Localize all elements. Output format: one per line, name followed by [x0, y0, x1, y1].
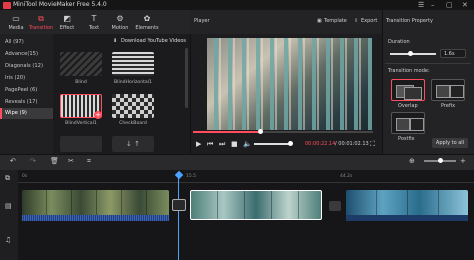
add-transition-icon[interactable]: +: [94, 111, 102, 119]
app-title: MiniTool MovieMaker Free 5.4.0: [13, 1, 107, 8]
duration-value[interactable]: 1.6s: [440, 49, 466, 58]
category-wipe[interactable]: Wipe (9): [0, 108, 53, 119]
divider: [385, 63, 471, 64]
playback-progress-fill: [193, 131, 260, 133]
crop-icon[interactable]: ⌗: [87, 157, 91, 166]
mode-postfix-label: Postfix: [398, 136, 415, 142]
export-icon: ⇪: [354, 18, 359, 24]
category-diagonals[interactable]: Diagonals (12): [0, 61, 53, 72]
zoom-in-icon[interactable]: +: [460, 157, 466, 165]
mode-prefix-button[interactable]: [431, 79, 465, 101]
transition-label: CheckBoard: [119, 121, 147, 126]
transition-thumb[interactable]: [60, 136, 102, 152]
property-title: Transition Property: [386, 18, 433, 24]
stop-icon[interactable]: ■: [231, 140, 238, 148]
transition-mode-label: Transition mode:: [388, 68, 430, 74]
video-clip-selected[interactable]: [190, 190, 322, 220]
mode-postfix-button[interactable]: [391, 112, 425, 134]
download-icon: ⬇: [113, 38, 118, 44]
ruler-label: 0s: [22, 174, 28, 179]
transition-label: Blind: [75, 80, 87, 85]
duration-label: Duration: [388, 39, 410, 45]
duration-handle[interactable]: [408, 51, 413, 56]
playback-progress-handle[interactable]: [258, 129, 263, 134]
ruler-line: [18, 182, 474, 183]
transition-thumb[interactable]: ↓ ↑: [112, 136, 154, 152]
volume-icon[interactable]: 🔈: [243, 140, 252, 148]
grid-scrollbar[interactable]: [185, 48, 188, 108]
category-advance[interactable]: Advance(15): [0, 49, 53, 60]
transition-marker[interactable]: [172, 199, 186, 211]
player-title: Player: [194, 18, 210, 24]
tab-transition[interactable]: ⧉ Transition: [28, 10, 54, 34]
redo-icon[interactable]: ↷: [30, 157, 36, 165]
app-logo-icon: [3, 2, 11, 9]
fullscreen-icon[interactable]: ⛶: [370, 140, 375, 148]
playhead-line: [178, 176, 179, 260]
ruler-label: 44.2s: [340, 174, 353, 179]
play-icon[interactable]: ▶: [196, 140, 201, 148]
duration-slider[interactable]: [390, 53, 436, 55]
total-time: / 00:01:02.13: [335, 141, 369, 147]
zoom-fit-icon[interactable]: ⊕: [409, 157, 415, 165]
tab-media[interactable]: ▭ Media: [3, 10, 29, 34]
add-track-icon[interactable]: ⧉: [5, 174, 10, 183]
transition-thumb-checkboard[interactable]: [112, 94, 154, 118]
transition-icon: ⧉: [38, 14, 44, 23]
transition-thumb-blind[interactable]: [60, 52, 102, 76]
ruler-label: 15.5: [186, 174, 197, 179]
volume-slider[interactable]: [254, 143, 290, 145]
elements-icon: ✿: [143, 14, 151, 23]
volume-handle[interactable]: [288, 141, 293, 146]
mode-prefix-label: Prefix: [441, 103, 456, 109]
delete-icon[interactable]: 🗑: [50, 157, 59, 165]
category-all[interactable]: All (97): [0, 37, 53, 48]
motion-icon: ⚙: [116, 14, 124, 23]
template-icon: ▣: [317, 18, 322, 24]
transition-marker[interactable]: [329, 201, 341, 211]
folder-icon: ▭: [12, 14, 20, 23]
tab-effect[interactable]: ◩ Effect: [54, 10, 80, 34]
transition-thumb-blindhorizontal[interactable]: [112, 52, 154, 76]
tab-elements[interactable]: ✿ Elements: [134, 10, 160, 34]
track-gutter: [0, 170, 18, 260]
next-frame-icon[interactable]: ⏭: [219, 140, 225, 148]
previous-frame-icon[interactable]: ⏮: [207, 140, 213, 148]
mode-overlap-label: Overlap: [398, 103, 418, 109]
maximize-icon[interactable]: ▢: [446, 0, 453, 10]
current-time: 00:00:22.14: [305, 141, 336, 147]
video-preview: [207, 38, 372, 130]
music-track-icon: ♫: [5, 236, 12, 244]
audio-waveform: [22, 215, 169, 221]
audio-waveform: [346, 215, 468, 221]
zoom-handle[interactable]: [438, 158, 443, 163]
template-button[interactable]: Template: [324, 18, 347, 24]
category-iris[interactable]: Iris (20): [0, 73, 53, 84]
transition-label: BlindHorizontal1: [114, 80, 152, 85]
minimize-icon[interactable]: –: [431, 0, 435, 10]
export-button[interactable]: Export: [361, 18, 377, 24]
category-reveals[interactable]: Reveals (17): [0, 97, 53, 108]
mode-overlap-button[interactable]: [391, 79, 425, 101]
transition-label: BlindVertical1: [65, 121, 97, 126]
apply-to-all-button[interactable]: Apply to all: [432, 138, 468, 148]
undo-icon[interactable]: ↶: [10, 157, 16, 165]
category-pagepeel[interactable]: PagePeel (6): [0, 85, 53, 96]
effect-icon: ◩: [63, 14, 71, 23]
video-track-icon: ▤: [5, 202, 12, 210]
tab-motion[interactable]: ⚙ Motion: [107, 10, 133, 34]
close-icon[interactable]: ✕: [462, 0, 468, 10]
split-icon[interactable]: ✂: [68, 157, 74, 165]
text-icon: T: [91, 14, 97, 23]
menu-icon[interactable]: ☰: [418, 0, 424, 10]
tab-text[interactable]: T Text: [81, 10, 107, 34]
download-youtube-link[interactable]: Download YouTube Videos: [121, 38, 186, 44]
